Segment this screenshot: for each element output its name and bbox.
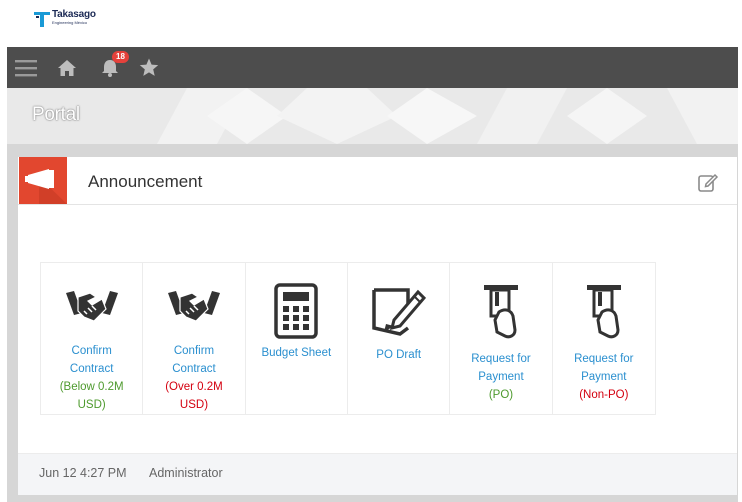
post-author[interactable]: Administrator — [149, 466, 223, 480]
tile-sub-label: (Non-PO) — [579, 389, 629, 401]
page-title: Portal — [32, 104, 80, 125]
tile-label: PO Draft — [376, 349, 422, 361]
announcement-footer: Jun 12 4:27 PM Administrator — [18, 453, 737, 495]
company-logo[interactable]: Takasago Engineering México — [34, 10, 96, 28]
notifications-button[interactable]: 18 — [98, 47, 129, 88]
document-pen-icon — [371, 288, 426, 336]
tile-label: Request for Payment — [574, 353, 634, 383]
tile-confirm-contract-over[interactable]: Confirm Contract (Over 0.2M USD) — [143, 263, 246, 414]
home-button[interactable] — [56, 47, 78, 88]
tile-label: Confirm Contract — [69, 345, 114, 375]
tile-confirm-contract-below[interactable]: Confirm Contract (Below 0.2M USD) — [41, 263, 144, 414]
top-navbar: 18 — [7, 47, 738, 88]
tile-label: Confirm Contract — [172, 345, 216, 375]
card-payment-icon — [586, 285, 621, 339]
card-payment-icon — [483, 285, 518, 339]
handshake-icon — [167, 291, 220, 322]
notification-badge: 18 — [112, 51, 129, 63]
shortcut-tiles: Confirm Contract (Below 0.2M USD) Confir… — [40, 262, 656, 415]
brand-subtitle: Engineering México — [52, 20, 88, 25]
tile-budget-sheet[interactable]: Budget Sheet — [246, 263, 348, 414]
announcement-title: Announcement — [88, 172, 203, 191]
tile-sub-label: (PO) — [488, 389, 514, 401]
menu-button[interactable] — [13, 47, 39, 88]
calculator-icon — [274, 283, 319, 339]
takasago-logo-icon — [34, 12, 50, 27]
tile-label: Request for Payment — [471, 353, 531, 383]
post-timestamp: Jun 12 4:27 PM — [39, 466, 127, 480]
announcement-header: Announcement — [18, 157, 737, 205]
tile-sub-label: (Below 0.2M USD) — [59, 381, 124, 411]
handshake-icon — [65, 291, 118, 322]
megaphone-icon — [25, 169, 67, 204]
hamburger-icon — [15, 59, 37, 76]
favorites-button[interactable] — [138, 47, 160, 88]
banner-pattern — [157, 88, 738, 144]
tile-request-payment-non-po[interactable]: Request for Payment (Non-PO) — [553, 263, 655, 414]
tile-po-draft[interactable]: PO Draft — [348, 263, 451, 414]
tile-label: Budget Sheet — [261, 347, 332, 359]
tile-sub-label: (Over 0.2M USD) — [165, 381, 223, 411]
star-icon — [139, 58, 159, 76]
brand-name: Takasago — [52, 9, 96, 20]
home-icon — [58, 59, 76, 76]
brand-header: Takasago Engineering México — [0, 0, 742, 47]
tile-request-payment-po[interactable]: Request for Payment (PO) — [450, 263, 553, 414]
page-banner: Portal — [7, 88, 738, 144]
announcement-card: Announcement Confirm Contract (Below 0.2… — [18, 157, 737, 495]
edit-icon[interactable] — [697, 171, 719, 193]
announcement-icon-box — [19, 157, 67, 204]
